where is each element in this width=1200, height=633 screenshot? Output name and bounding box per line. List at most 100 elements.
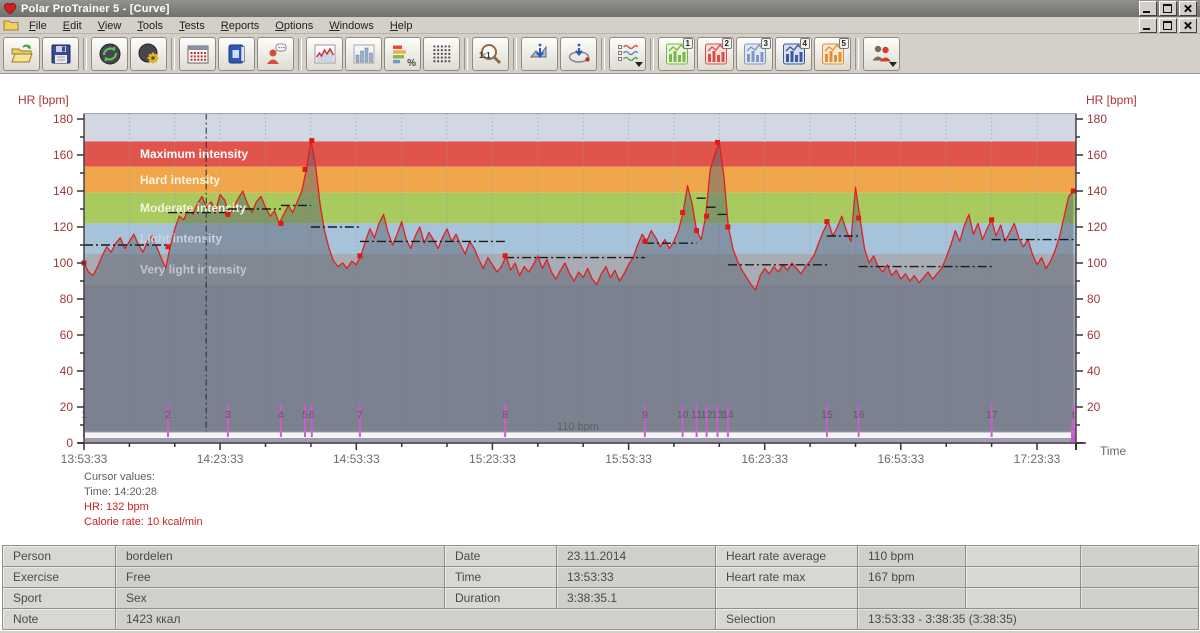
menu-item-file[interactable]: File (21, 19, 55, 33)
svg-text:Light intensity: Light intensity (140, 232, 222, 246)
svg-text:16:23:33: 16:23:33 (741, 452, 788, 466)
child-restore-button[interactable] (1159, 18, 1177, 33)
svg-text:16: 16 (853, 409, 865, 421)
svg-text:140: 140 (53, 184, 73, 198)
minimize-button[interactable] (1139, 1, 1157, 16)
svg-text:14:23:33: 14:23:33 (197, 452, 244, 466)
table-label-heart-rate-max: Heart rate max (716, 567, 858, 588)
svg-text:110 bpm: 110 bpm (557, 421, 599, 433)
svg-text:17: 17 (986, 409, 998, 421)
curve-view: Maximum intensityHard intensityModerate … (0, 74, 1200, 545)
toolbar-button-diary[interactable] (218, 37, 255, 71)
table-value-heart-rate-max: 167 bpm (858, 567, 966, 588)
application-window: Polar ProTrainer 5 - [Curve] FileEditVie… (0, 0, 1200, 633)
table-cell-empty (858, 588, 966, 609)
table-label-sport: Sport (3, 588, 116, 609)
table-label-selection: Selection (716, 609, 858, 630)
restore-button[interactable] (1159, 1, 1177, 16)
child-close-button[interactable] (1179, 18, 1197, 33)
toolbar-button-view-4[interactable]: 4 (775, 37, 812, 71)
svg-text:Very light intensity: Very light intensity (140, 262, 247, 276)
toolbar-button-open[interactable] (3, 37, 40, 71)
svg-text:15: 15 (821, 409, 833, 421)
svg-text:15:23:33: 15:23:33 (469, 452, 516, 466)
svg-text:3: 3 (225, 409, 231, 421)
svg-text:14: 14 (722, 409, 734, 421)
svg-text:2: 2 (165, 409, 171, 421)
toolbar-button-bar-chart[interactable] (345, 37, 382, 71)
svg-text:60: 60 (60, 328, 74, 342)
toolbar-button-info-around[interactable] (560, 37, 597, 71)
cursor-values: Cursor values: Time: 14:20:28 HR: 132 bp… (84, 470, 203, 530)
svg-text:4: 4 (278, 409, 284, 421)
table-cell-empty (966, 567, 1081, 588)
svg-text:80: 80 (1087, 292, 1101, 306)
menu-item-view[interactable]: View (90, 19, 130, 33)
svg-text:100: 100 (1087, 256, 1107, 270)
toolbar-button-transfer[interactable] (91, 37, 128, 71)
table-row: PersonbordelenDate23.11.2014Heart rate a… (3, 546, 1199, 567)
menu-item-windows[interactable]: Windows (321, 19, 382, 33)
table-label-note: Note (3, 609, 116, 630)
toolbar-button-save[interactable] (42, 37, 79, 71)
toolbar-button-calendar[interactable] (179, 37, 216, 71)
svg-text:14:53:33: 14:53:33 (333, 452, 380, 466)
table-label-person: Person (3, 546, 116, 567)
toolbar-separator (298, 38, 302, 70)
cursor-time: Time: 14:20:28 (84, 485, 203, 500)
menu-item-tests[interactable]: Tests (171, 19, 213, 33)
svg-text:Maximum intensity: Maximum intensity (140, 147, 248, 161)
svg-text:10: 10 (677, 409, 689, 421)
svg-text:6: 6 (309, 409, 315, 421)
toolbar-button-view-3[interactable]: 3 (736, 37, 773, 71)
toolbar-button-info-below[interactable] (521, 37, 558, 71)
toolbar-separator (855, 38, 859, 70)
table-value-sport: Sex (116, 588, 445, 609)
table-cell-empty (716, 588, 858, 609)
svg-text:160: 160 (1087, 148, 1107, 162)
toolbar: % 1:1 123 45 (0, 34, 1200, 74)
svg-text:20: 20 (60, 400, 74, 414)
toolbar-button-zoom-1-1[interactable]: 1:1 (472, 37, 509, 71)
svg-text:15:53:33: 15:53:33 (605, 452, 652, 466)
table-cell-empty (1081, 567, 1199, 588)
menu-bar: FileEditViewToolsTestsReportsOptionsWind… (0, 17, 1200, 34)
toolbar-button-view-1[interactable]: 1 (658, 37, 695, 71)
svg-text:13:53:33: 13:53:33 (61, 452, 108, 466)
menu-item-edit[interactable]: Edit (55, 19, 90, 33)
svg-text:120: 120 (1087, 220, 1107, 234)
table-value-exercise: Free (116, 567, 445, 588)
toolbar-badge-view-1: 1 (683, 38, 693, 49)
toolbar-button-transfer-settings[interactable] (130, 37, 167, 71)
table-cell-empty (966, 546, 1081, 567)
toolbar-button-curve[interactable] (306, 37, 343, 71)
table-label-exercise: Exercise (3, 567, 116, 588)
toolbar-badge-view-4: 4 (800, 38, 810, 49)
toolbar-separator (171, 38, 175, 70)
toolbar-separator (464, 38, 468, 70)
toolbar-button-view-2[interactable]: 2 (697, 37, 734, 71)
table-label-time: Time (445, 567, 557, 588)
menu-item-reports[interactable]: Reports (213, 19, 268, 33)
toolbar-button-data-grid[interactable] (423, 37, 460, 71)
table-cell-empty (1081, 546, 1199, 567)
toolbar-button-select-curves[interactable] (609, 37, 646, 71)
menu-item-help[interactable]: Help (382, 19, 421, 33)
toolbar-button-zone-percent[interactable]: % (384, 37, 421, 71)
toolbar-separator (83, 38, 87, 70)
cursor-calorie-rate: Calorie rate: 10 kcal/min (84, 515, 203, 530)
menu-item-tools[interactable]: Tools (129, 19, 171, 33)
svg-text:t: t (1072, 409, 1075, 421)
menu-item-options[interactable]: Options (267, 19, 321, 33)
svg-text:HR [bpm]: HR [bpm] (1086, 93, 1137, 107)
child-minimize-button[interactable] (1139, 18, 1157, 33)
toolbar-button-compare-persons[interactable] (863, 37, 900, 71)
close-button[interactable] (1179, 1, 1197, 16)
toolbar-badge-zoom-1-1: 1:1 (477, 51, 493, 60)
table-value-selection: 13:53:33 - 3:38:35 (3:38:35) (858, 609, 1199, 630)
toolbar-separator (601, 38, 605, 70)
toolbar-button-view-5[interactable]: 5 (814, 37, 851, 71)
toolbar-button-person-notes[interactable] (257, 37, 294, 71)
svg-text:8: 8 (502, 409, 508, 421)
table-label-date: Date (445, 546, 557, 567)
